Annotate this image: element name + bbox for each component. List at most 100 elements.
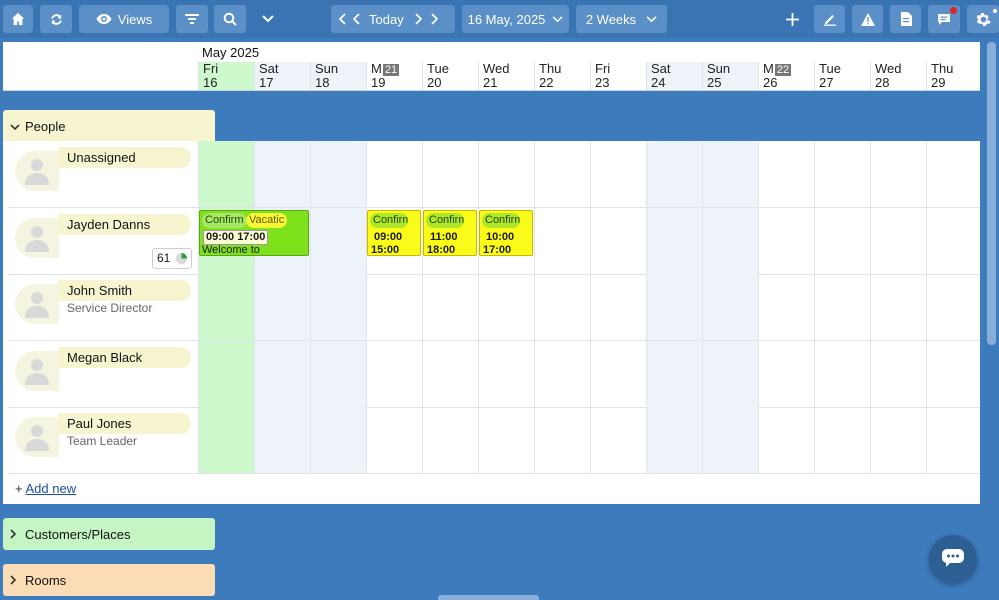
- day-header[interactable]: M 22 26: [758, 62, 814, 90]
- reports-button[interactable]: [890, 5, 921, 33]
- day-header[interactable]: Fri 23: [590, 62, 646, 90]
- workload-badge[interactable]: 61: [152, 247, 192, 269]
- edit-button[interactable]: [814, 5, 845, 33]
- day-header[interactable]: Thu 22: [534, 62, 590, 90]
- calendar-cell[interactable]: [814, 340, 870, 407]
- calendar-cell[interactable]: [870, 207, 926, 274]
- calendar-cell[interactable]: [870, 274, 926, 340]
- calendar-cell[interactable]: [702, 340, 758, 407]
- calendar-cell[interactable]: [254, 340, 310, 407]
- views-button[interactable]: Views: [79, 5, 169, 33]
- messages-button[interactable]: [928, 5, 960, 33]
- calendar-cell[interactable]: [590, 207, 646, 274]
- range-select-button[interactable]: 2 Weeks: [576, 5, 667, 33]
- calendar-cell[interactable]: [310, 274, 366, 340]
- day-header[interactable]: Sat 17: [254, 62, 310, 90]
- prev-period-button[interactable]: [339, 13, 347, 25]
- calendar-cell[interactable]: [758, 141, 814, 207]
- calendar-cell[interactable]: [646, 141, 702, 207]
- add-button[interactable]: [778, 5, 806, 33]
- calendar-cell[interactable]: [926, 340, 982, 407]
- day-header[interactable]: M 21 19: [366, 62, 422, 90]
- event-block[interactable]: Confirm 09:00 15:00: [367, 209, 421, 256]
- chat-support-button[interactable]: [929, 535, 977, 583]
- day-header[interactable]: Wed 21: [478, 62, 534, 90]
- calendar-cell[interactable]: [478, 141, 534, 207]
- next-period-button[interactable]: [430, 13, 438, 25]
- calendar-cell[interactable]: [534, 207, 590, 274]
- calendar-cell[interactable]: [198, 407, 254, 473]
- calendar-cell[interactable]: [702, 407, 758, 473]
- resource-label[interactable]: John Smith Service Director: [8, 274, 198, 340]
- section-tab-people[interactable]: People: [3, 110, 215, 142]
- calendar-cell[interactable]: [366, 407, 422, 473]
- calendar-cell[interactable]: [254, 274, 310, 340]
- resource-label[interactable]: Jayden Danns 61: [8, 208, 198, 274]
- event-block[interactable]: Confirm 10:00 17:00: [479, 209, 533, 256]
- calendar-cell[interactable]: [814, 141, 870, 207]
- calendar-cell[interactable]: [310, 340, 366, 407]
- calendar-cell[interactable]: [366, 340, 422, 407]
- horizontal-scrollbar[interactable]: [438, 595, 539, 600]
- calendar-cell[interactable]: [534, 407, 590, 473]
- calendar-cell[interactable]: [590, 274, 646, 340]
- calendar-cell[interactable]: [870, 407, 926, 473]
- day-header[interactable]: Tue 27: [814, 62, 870, 90]
- calendar-cell[interactable]: [478, 407, 534, 473]
- day-header[interactable]: Thu 29: [926, 62, 982, 90]
- today-button[interactable]: Today: [369, 12, 404, 27]
- calendar-cell[interactable]: [870, 141, 926, 207]
- calendar-cell[interactable]: [814, 207, 870, 274]
- calendar-cell[interactable]: [758, 407, 814, 473]
- event-block[interactable]: Confirm Vacatic 09:00 17:00 Welcome to: [199, 209, 309, 256]
- calendar-cell[interactable]: [590, 340, 646, 407]
- calendar-cell[interactable]: [422, 274, 478, 340]
- calendar-cell[interactable]: [702, 207, 758, 274]
- calendar-cell[interactable]: [310, 141, 366, 207]
- calendar-cell[interactable]: [310, 407, 366, 473]
- calendar-cell[interactable]: [702, 141, 758, 207]
- day-header[interactable]: Tue 20: [422, 62, 478, 90]
- calendar-cell[interactable]: [758, 340, 814, 407]
- calendar-cell[interactable]: [198, 274, 254, 340]
- calendar-cell[interactable]: [702, 274, 758, 340]
- calendar-cell[interactable]: [254, 407, 310, 473]
- calendar-cell[interactable]: [814, 274, 870, 340]
- calendar-cell[interactable]: [534, 274, 590, 340]
- calendar-cell[interactable]: [534, 340, 590, 407]
- filter-button[interactable]: [176, 5, 208, 33]
- calendar-cell[interactable]: [646, 340, 702, 407]
- calendar-cell[interactable]: [198, 141, 254, 207]
- calendar-cell[interactable]: [646, 407, 702, 473]
- search-button[interactable]: [214, 5, 246, 33]
- vertical-scrollbar[interactable]: [987, 42, 996, 345]
- day-header[interactable]: Sun 25: [702, 62, 758, 90]
- section-tab-customers[interactable]: Customers/Places: [3, 518, 215, 550]
- calendar-cell[interactable]: [310, 207, 366, 274]
- refresh-button[interactable]: [40, 5, 72, 33]
- resource-label[interactable]: Megan Black: [8, 341, 198, 407]
- day-header[interactable]: Sat 24: [646, 62, 702, 90]
- next-day-button[interactable]: [414, 13, 422, 25]
- calendar-cell[interactable]: [366, 274, 422, 340]
- more-dropdown-button[interactable]: [254, 5, 282, 33]
- settings-button[interactable]: [967, 5, 999, 33]
- calendar-cell[interactable]: [366, 141, 422, 207]
- calendar-cell[interactable]: [534, 141, 590, 207]
- calendar-cell[interactable]: [478, 274, 534, 340]
- event-block[interactable]: Confirm 11:00 18:00: [423, 209, 477, 256]
- resource-label[interactable]: Paul Jones Team Leader: [8, 407, 198, 473]
- calendar-cell[interactable]: [590, 407, 646, 473]
- calendar-cell[interactable]: [926, 274, 982, 340]
- day-header[interactable]: Wed 28: [870, 62, 926, 90]
- resource-label[interactable]: Unassigned: [8, 141, 198, 207]
- add-new-link[interactable]: Add new: [26, 481, 77, 496]
- calendar-cell[interactable]: [758, 274, 814, 340]
- calendar-cell[interactable]: [646, 274, 702, 340]
- calendar-cell[interactable]: [254, 141, 310, 207]
- calendar-cell[interactable]: [422, 407, 478, 473]
- calendar-cell[interactable]: [870, 340, 926, 407]
- calendar-cell[interactable]: [926, 207, 982, 274]
- calendar-cell[interactable]: [478, 340, 534, 407]
- calendar-cell[interactable]: [814, 407, 870, 473]
